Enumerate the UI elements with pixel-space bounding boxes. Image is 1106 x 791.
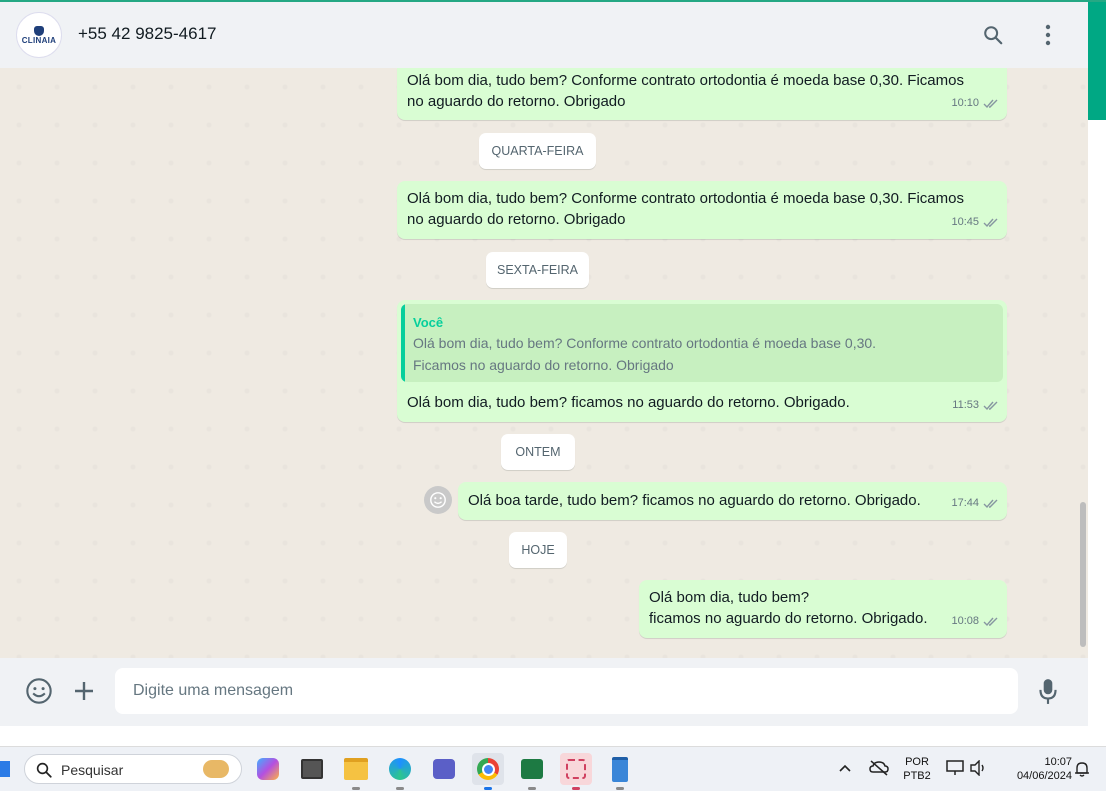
message-text: Olá bom dia, tudo bem? Conforme contrato… [407, 190, 964, 228]
tooth-logo-icon [34, 25, 44, 36]
message-time: 10:45 [951, 216, 979, 228]
right-edge [1080, 2, 1106, 726]
file-explorer-icon[interactable] [340, 753, 372, 790]
chat-header: CLINAIA +55 42 9825-4617 [0, 2, 1088, 69]
message-bubble[interactable]: Olá boa tarde, tudo bem? ficamos no agua… [458, 482, 1007, 520]
contact-avatar[interactable]: CLINAIA [16, 12, 62, 58]
window-accent [1088, 2, 1106, 120]
message-bubble[interactable]: Olá bom dia, tudo bem? ficamos no aguard… [639, 580, 1007, 638]
quoted-message[interactable]: Você Olá bom dia, tudo bem? Conforme con… [401, 304, 1003, 382]
search-icon [36, 762, 52, 778]
search-highlight-icon [203, 760, 229, 778]
display-icon[interactable] [946, 760, 964, 776]
clock-time: 10:07 [1044, 756, 1072, 768]
message-meta: 10:10 [951, 93, 999, 114]
message-time: 11:53 [952, 399, 979, 411]
quote-author: Você [413, 315, 444, 330]
windows-taskbar: Pesquisar POR PTB2 10:07 04/06/2024 [0, 746, 1106, 791]
emoji-icon[interactable] [24, 676, 54, 706]
microphone-icon[interactable] [1033, 676, 1063, 706]
chat-scrollbar[interactable] [1080, 502, 1086, 647]
message-meta: 17:44 [951, 493, 999, 514]
quote-bar [401, 304, 405, 382]
read-ticks-icon [983, 617, 998, 627]
message-input[interactable] [115, 668, 1018, 714]
attach-plus-icon[interactable] [69, 676, 99, 706]
message-text: Olá bom dia, tudo bem? Conforme contrato… [407, 72, 964, 110]
message-list[interactable]: Olá bom dia, tudo bem? Conforme contrato… [0, 68, 1088, 658]
read-ticks-icon [983, 218, 998, 228]
task-view-icon[interactable] [296, 753, 328, 785]
avatar-brand: CLINAIA [21, 35, 57, 45]
reply-message-bubble[interactable]: Você Olá bom dia, tudo bem? Conforme con… [397, 300, 1007, 422]
whatsapp-window: CLINAIA +55 42 9825-4617 Olá bom dia, tu… [0, 2, 1088, 726]
contact-name[interactable]: +55 42 9825-4617 [78, 24, 217, 44]
read-ticks-icon [983, 499, 998, 509]
quote-text: Olá bom dia, tudo bem? Conforme contrato… [413, 335, 877, 373]
day-separator: SEXTA-FEIRA [486, 252, 589, 288]
message-text: Olá boa tarde, tudo bem? ficamos no agua… [468, 492, 921, 509]
notification-bell-icon[interactable] [1074, 761, 1090, 777]
day-separator: ONTEM [501, 434, 575, 470]
message-meta: 10:08 [951, 611, 999, 632]
read-ticks-icon [983, 401, 998, 411]
clock-date: 04/06/2024 [1016, 770, 1072, 782]
network-offline-icon[interactable] [868, 759, 890, 777]
search-icon[interactable] [980, 22, 1006, 48]
chevron-up-icon[interactable] [838, 761, 852, 775]
taskbar-search[interactable]: Pesquisar [24, 754, 242, 784]
react-emoji-icon[interactable] [424, 486, 452, 514]
copilot-icon[interactable] [252, 753, 284, 785]
clock[interactable]: 10:07 04/06/2024 [998, 755, 1072, 783]
keyboard-language[interactable]: POR PTB2 [898, 755, 936, 783]
snipping-tool-icon[interactable] [560, 753, 592, 790]
message-meta: 10:45 [951, 212, 999, 233]
message-bubble[interactable]: Olá bom dia, tudo bem? Conforme contrato… [397, 181, 1007, 239]
day-separator: HOJE [509, 532, 567, 568]
message-bubble[interactable]: Olá bom dia, tudo bem? Conforme contrato… [397, 68, 1007, 120]
taskbar-search-label: Pesquisar [61, 762, 124, 778]
lang-code: POR [905, 756, 929, 768]
chrome-icon[interactable] [472, 753, 504, 790]
teams-icon[interactable] [428, 753, 460, 785]
message-meta: 11:53 [952, 395, 999, 416]
message-time: 10:10 [951, 97, 979, 109]
volume-icon[interactable] [970, 759, 988, 777]
excel-icon[interactable] [516, 753, 548, 790]
menu-kebab-icon[interactable] [1035, 22, 1061, 48]
notepad-icon[interactable] [604, 753, 636, 790]
message-text: Olá bom dia, tudo bem? ficamos no aguard… [407, 394, 850, 411]
start-icon[interactable] [0, 761, 10, 777]
message-time: 10:08 [951, 615, 979, 627]
day-separator: QUARTA-FEIRA [479, 133, 596, 169]
read-ticks-icon [983, 99, 998, 109]
edge-icon[interactable] [384, 753, 416, 790]
composer-bar [0, 658, 1088, 726]
layout-code: PTB2 [903, 770, 931, 782]
message-text: Olá bom dia, tudo bem? ficamos no aguard… [649, 589, 928, 627]
message-time: 17:44 [951, 497, 979, 509]
